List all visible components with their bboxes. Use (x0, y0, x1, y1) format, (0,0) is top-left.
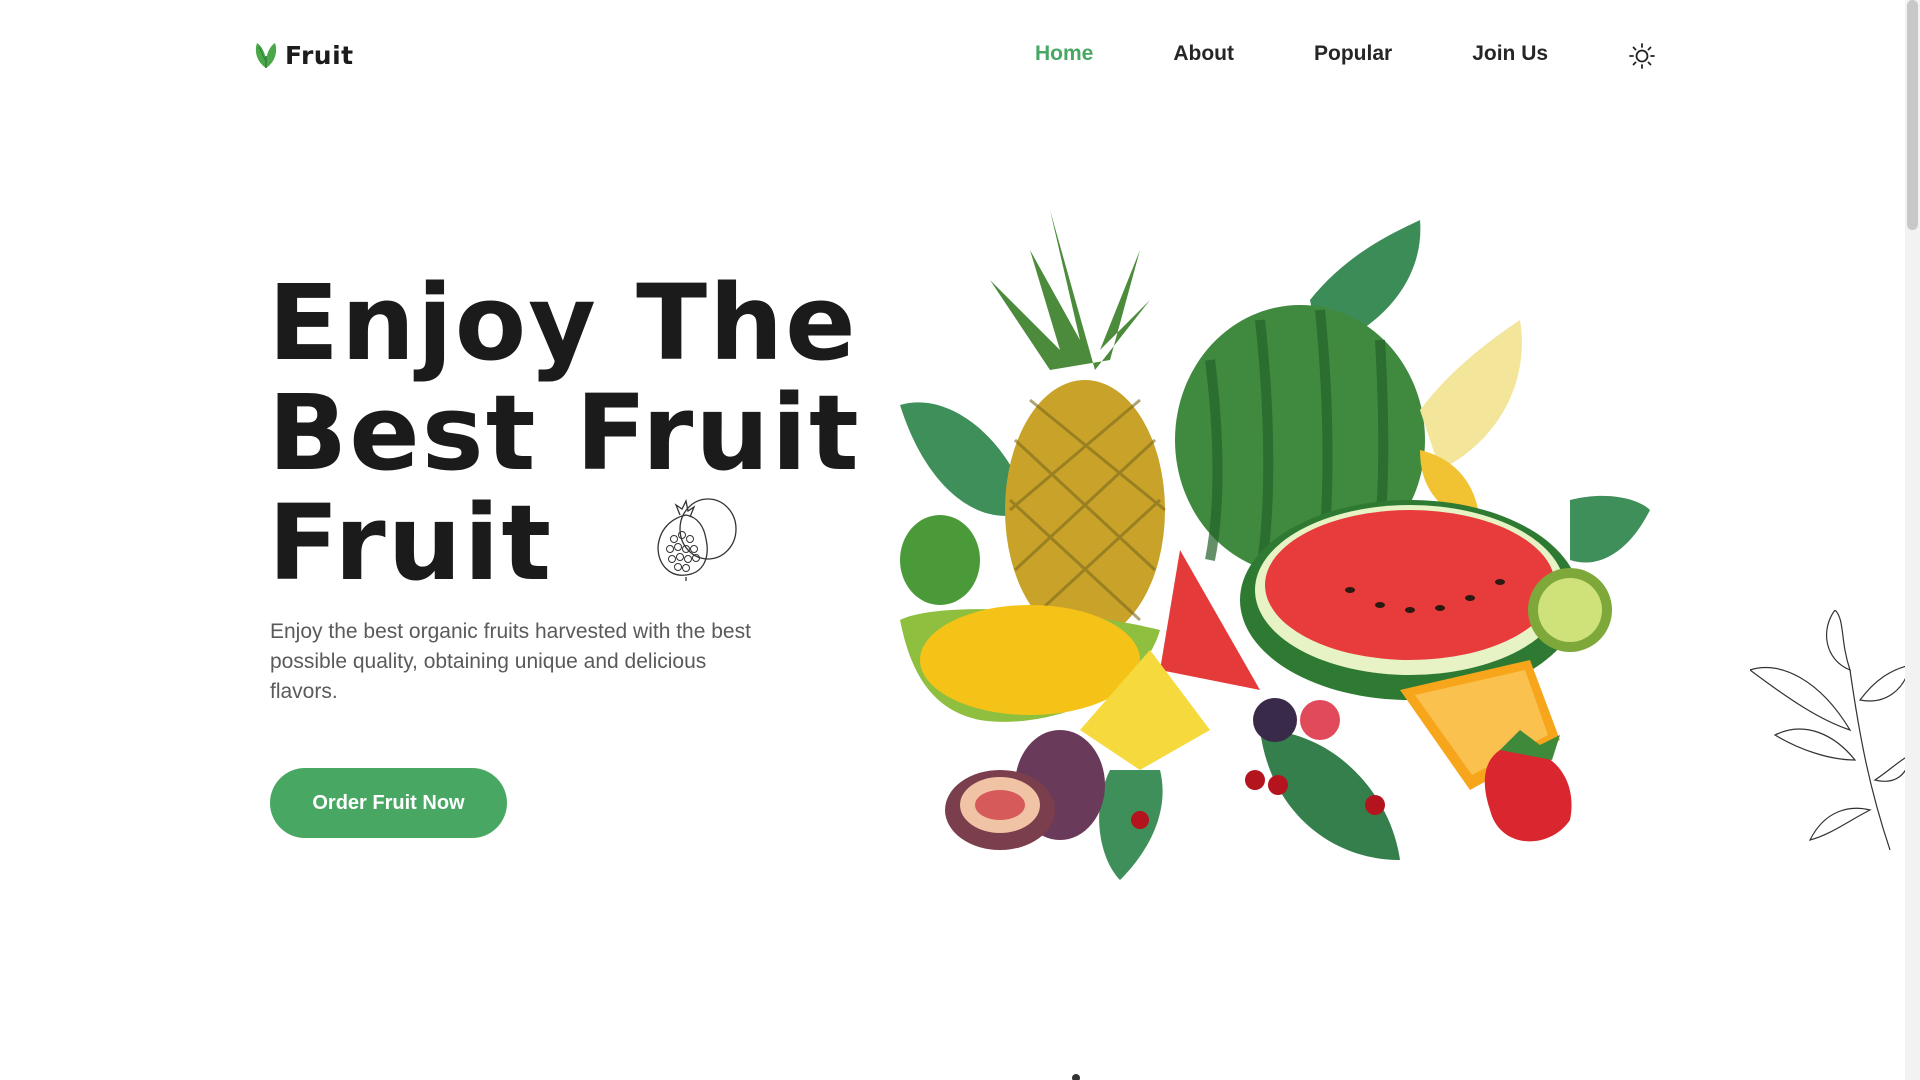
kiwi-icon (1528, 568, 1612, 652)
pomegranate-sketch-icon (657, 498, 737, 581)
section-indicator-dot (1072, 1074, 1080, 1080)
order-fruit-button[interactable]: Order Fruit Now (270, 768, 507, 838)
main-nav: Home About Popular Join Us (1035, 42, 1628, 66)
logo-text: Fruit (285, 40, 354, 70)
hero-description: Enjoy the best organic fruits harvested … (270, 620, 751, 703)
banana-icon (1420, 320, 1522, 530)
hero-title-line-1: Enjoy The (268, 262, 858, 384)
fig-icon (945, 730, 1105, 850)
nav-join-us[interactable]: Join Us (1472, 42, 1548, 66)
branch-sketch-icon (1750, 610, 1910, 850)
nav-home[interactable]: Home (1035, 42, 1093, 66)
sun-icon[interactable] (1628, 42, 1656, 70)
page-scrollbar[interactable] (1905, 0, 1920, 1080)
hero-title-line-2: Best Fruit (268, 372, 861, 494)
nav-about[interactable]: About (1173, 42, 1234, 66)
pineapple-icon (990, 210, 1166, 640)
nav-popular[interactable]: Popular (1314, 42, 1392, 66)
feijoa-icon (900, 515, 980, 605)
fruit-illustration (900, 210, 1650, 880)
site-header: Fruit Home About Popular Join Us (0, 0, 1920, 110)
hero-title: Enjoy The Best Fruit Fruit (268, 262, 861, 604)
site-logo[interactable]: Fruit (253, 40, 354, 70)
hero-title-line-3: Fruit (268, 482, 554, 604)
scrollbar-thumb[interactable] (1907, 0, 1918, 230)
leaf-icon (255, 43, 277, 68)
